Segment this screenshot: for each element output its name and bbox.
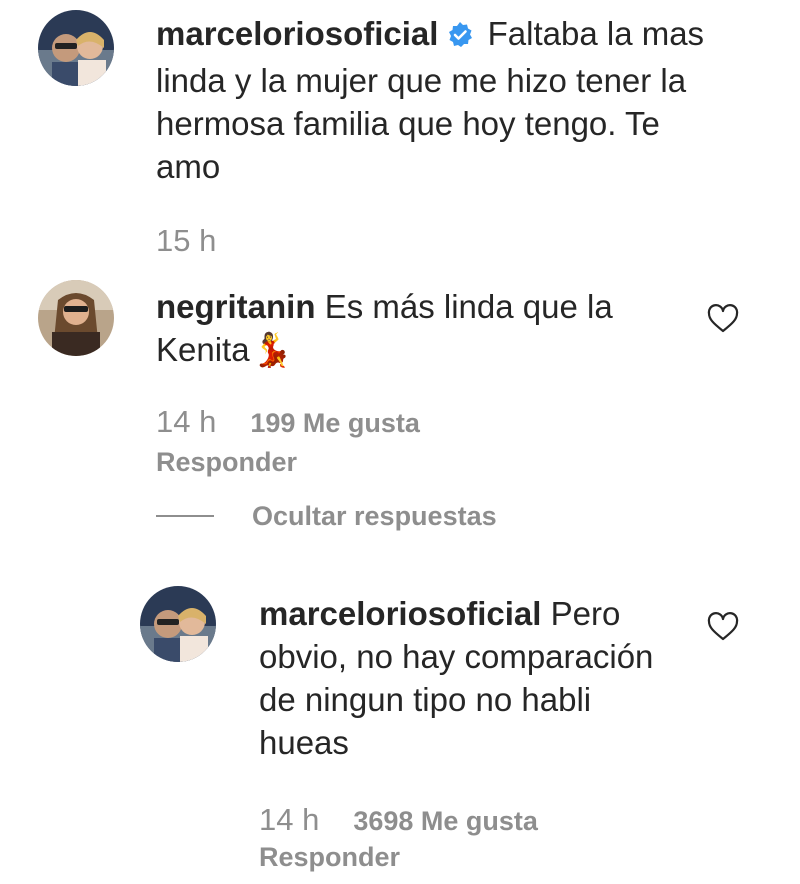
comment-username[interactable]: negritanin xyxy=(156,288,316,325)
reply-button[interactable]: Responder xyxy=(259,842,400,873)
verified-badge-icon xyxy=(446,16,474,59)
reply-meta: 14 h 3698 Me gusta xyxy=(259,802,538,838)
comment-timestamp: 15 h xyxy=(156,223,217,258)
like-count[interactable]: 3698 Me gusta xyxy=(353,806,538,836)
comment-meta: 14 h 199 Me gusta xyxy=(156,404,420,440)
avatar[interactable] xyxy=(140,586,216,662)
comment-username[interactable]: marceloriosoficial xyxy=(156,15,438,52)
comment-2: negritanin Es más linda que la Kenita💃 1… xyxy=(0,270,800,490)
dancer-emoji: 💃 xyxy=(251,331,293,368)
reply-username[interactable]: marceloriosoficial xyxy=(259,595,541,632)
comment-body: marceloriosoficial Faltaba la mas linda … xyxy=(156,12,726,188)
reply-button[interactable]: Responder xyxy=(156,447,297,478)
like-count[interactable]: 199 Me gusta xyxy=(250,408,420,438)
comment-1: marceloriosoficial Faltaba la mas linda … xyxy=(0,0,800,270)
reply-timestamp: 14 h xyxy=(259,802,320,837)
comment-body: negritanin Es más linda que la Kenita💃 xyxy=(156,285,676,371)
hide-replies-label: Ocultar respuestas xyxy=(252,500,497,531)
reply-comment: marceloriosoficial Pero obvio, no hay co… xyxy=(0,580,800,880)
reply-body: marceloriosoficial Pero obvio, no hay co… xyxy=(259,592,664,764)
heart-outline-icon[interactable] xyxy=(707,612,739,642)
avatar[interactable] xyxy=(38,280,114,356)
thread-divider xyxy=(156,515,214,517)
hide-replies-button[interactable]: Ocultar respuestas xyxy=(156,500,497,532)
avatar[interactable] xyxy=(38,10,114,86)
comment-timestamp: 14 h xyxy=(156,404,217,439)
heart-outline-icon[interactable] xyxy=(707,304,739,334)
